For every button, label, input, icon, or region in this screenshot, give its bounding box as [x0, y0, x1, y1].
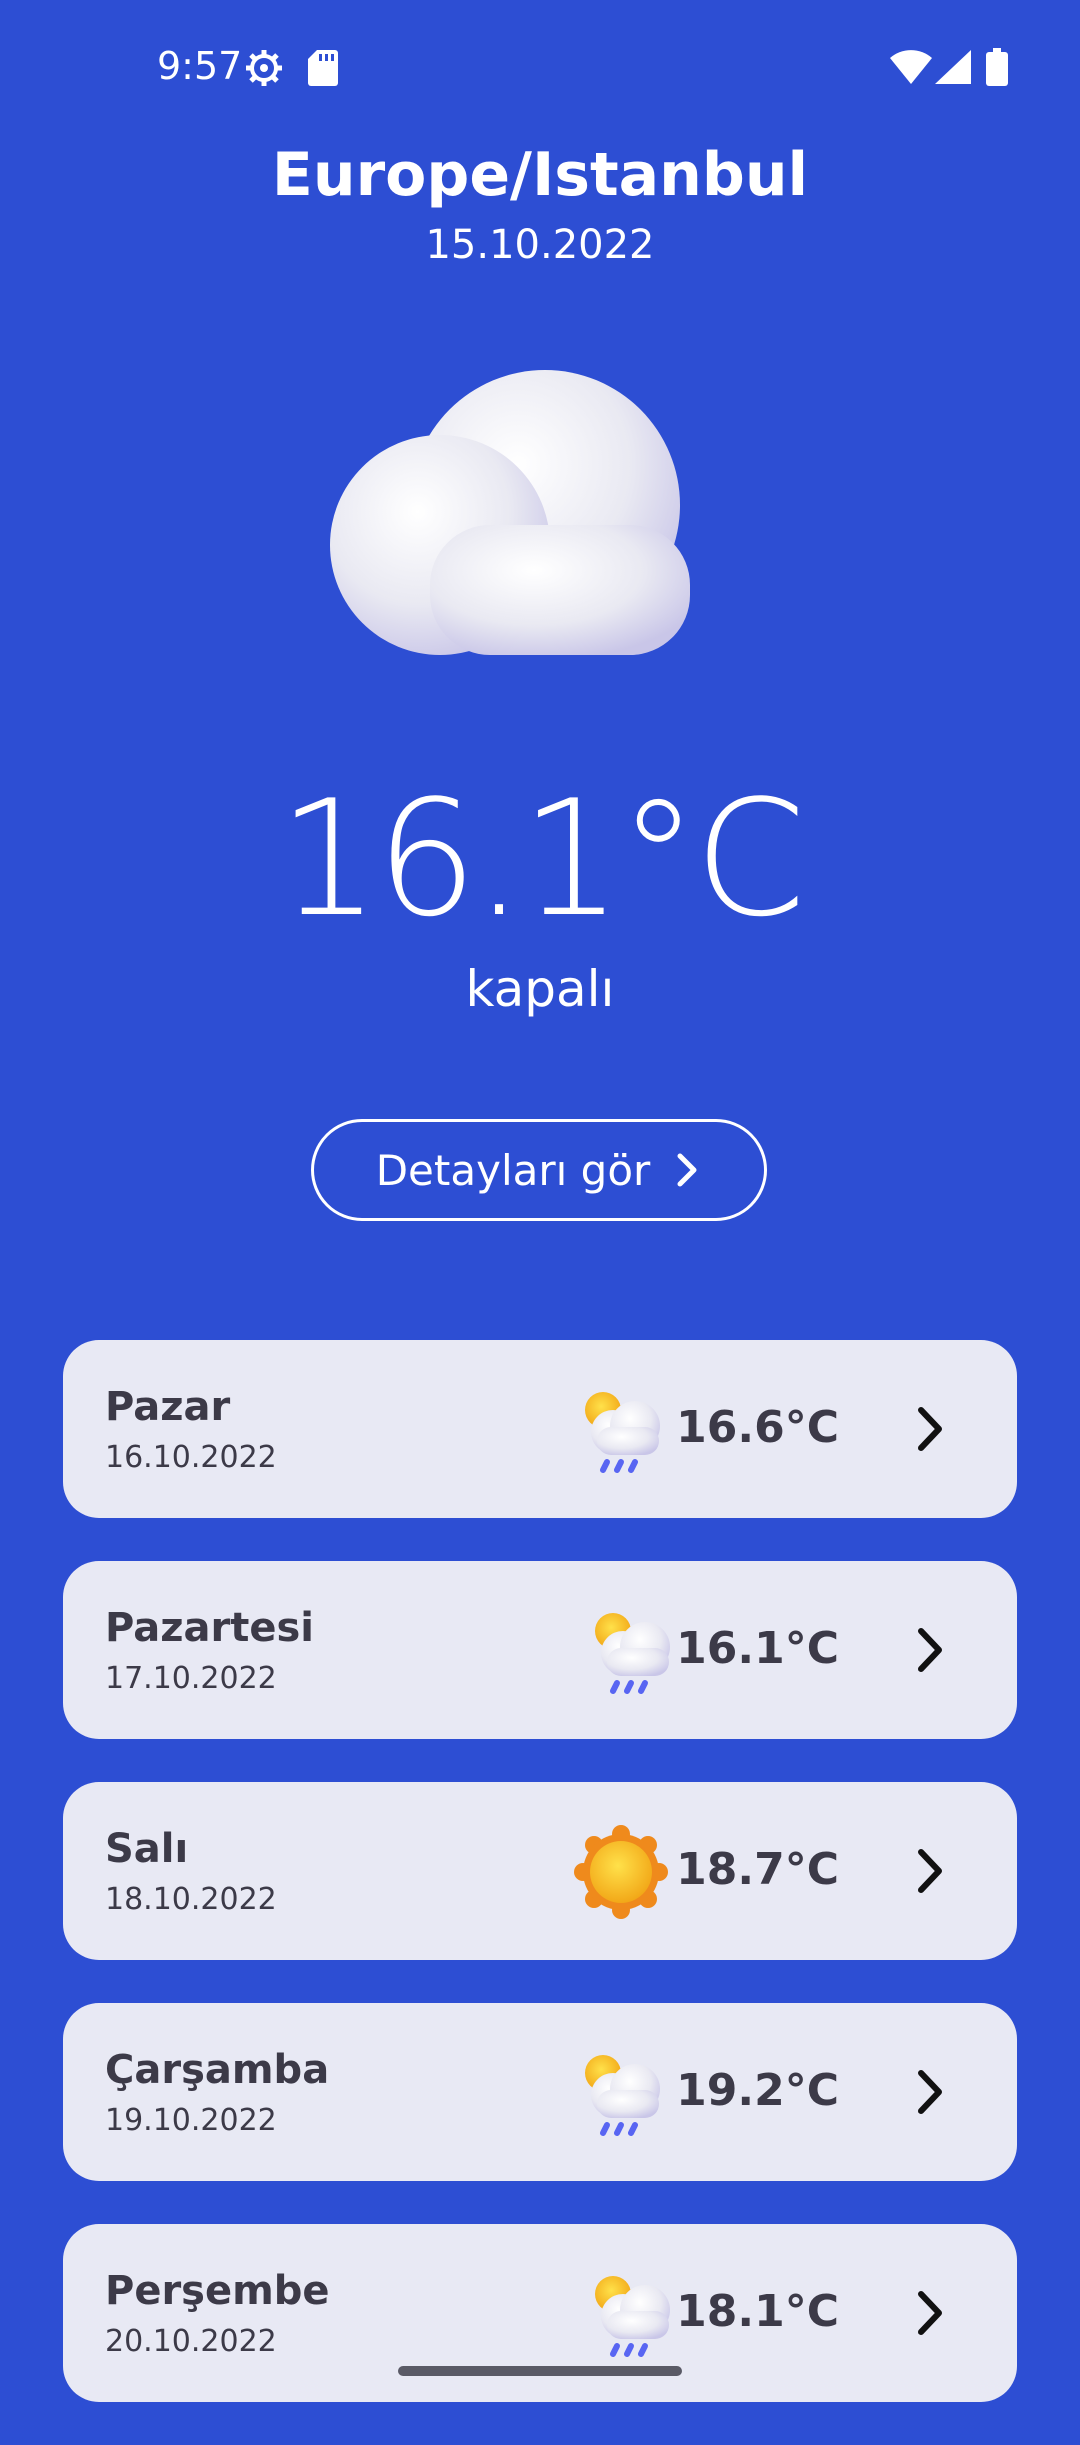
forecast-day: Pazar — [105, 1384, 231, 1430]
forecast-temperature: 16.1°C — [676, 1623, 839, 1674]
current-condition: kapalı — [465, 960, 615, 1018]
chevron-right-icon — [918, 1849, 942, 1893]
sd-card-icon — [308, 50, 338, 86]
chevron-right-icon — [918, 1407, 942, 1451]
forecast-day: Salı — [105, 1826, 189, 1872]
chevron-right-icon — [918, 2070, 942, 2114]
forecast-day: Pazartesi — [105, 1605, 315, 1651]
see-details-button[interactable]: Detayları gör — [311, 1119, 767, 1221]
forecast-date: 20.10.2022 — [105, 2324, 277, 2359]
sun-cloud-rain-icon — [585, 1392, 660, 1473]
forecast-temperature: 16.6°C — [676, 1402, 839, 1453]
sun-cloud-rain-icon — [595, 2276, 670, 2357]
settings-gear-icon — [246, 50, 282, 86]
forecast-card-carsamba[interactable]: Çarşamba 19.10.2022 19.2°C — [63, 2003, 1017, 2181]
forecast-day: Çarşamba — [105, 2047, 330, 2093]
status-bar: 9:57 — [0, 0, 1080, 130]
forecast-card-pazar[interactable]: Pazar 16.10.2022 16.6°C — [63, 1340, 1017, 1518]
forecast-date: 19.10.2022 — [105, 2103, 277, 2138]
signal-icon — [935, 50, 971, 84]
city-name: Europe/Istanbul — [271, 140, 809, 210]
cloud-icon — [330, 370, 690, 655]
forecast-temperature: 19.2°C — [676, 2065, 839, 2116]
forecast-date: 17.10.2022 — [105, 1661, 277, 1696]
forecast-date: 18.10.2022 — [105, 1882, 277, 1917]
current-date: 15.10.2022 — [425, 222, 655, 268]
forecast-date: 16.10.2022 — [105, 1440, 277, 1475]
forecast-list: Pazar 16.10.2022 16.6°C Pazartesi 17.10.… — [63, 1340, 1017, 2445]
chevron-right-icon — [677, 1153, 697, 1187]
wifi-icon — [890, 50, 932, 84]
status-time: 9:57 — [157, 44, 243, 88]
forecast-card-pazartesi[interactable]: Pazartesi 17.10.2022 16.1°C — [63, 1561, 1017, 1739]
see-details-label: Detayları gör — [375, 1145, 651, 1195]
forecast-card-sali[interactable]: Salı 18.10.2022 18.7°C — [63, 1782, 1017, 1960]
sun-cloud-rain-icon — [585, 2055, 660, 2136]
sun-icon — [574, 1825, 668, 1919]
chevron-right-icon — [918, 1628, 942, 1672]
sun-cloud-rain-icon — [595, 1613, 670, 1694]
chevron-right-icon — [918, 2291, 942, 2335]
battery-icon — [986, 48, 1008, 86]
forecast-day: Perşembe — [105, 2268, 330, 2314]
current-temperature: 16.1°C — [278, 765, 806, 952]
forecast-temperature: 18.7°C — [676, 1844, 839, 1895]
home-indicator[interactable] — [398, 2366, 682, 2376]
forecast-temperature: 18.1°C — [676, 2286, 839, 2337]
